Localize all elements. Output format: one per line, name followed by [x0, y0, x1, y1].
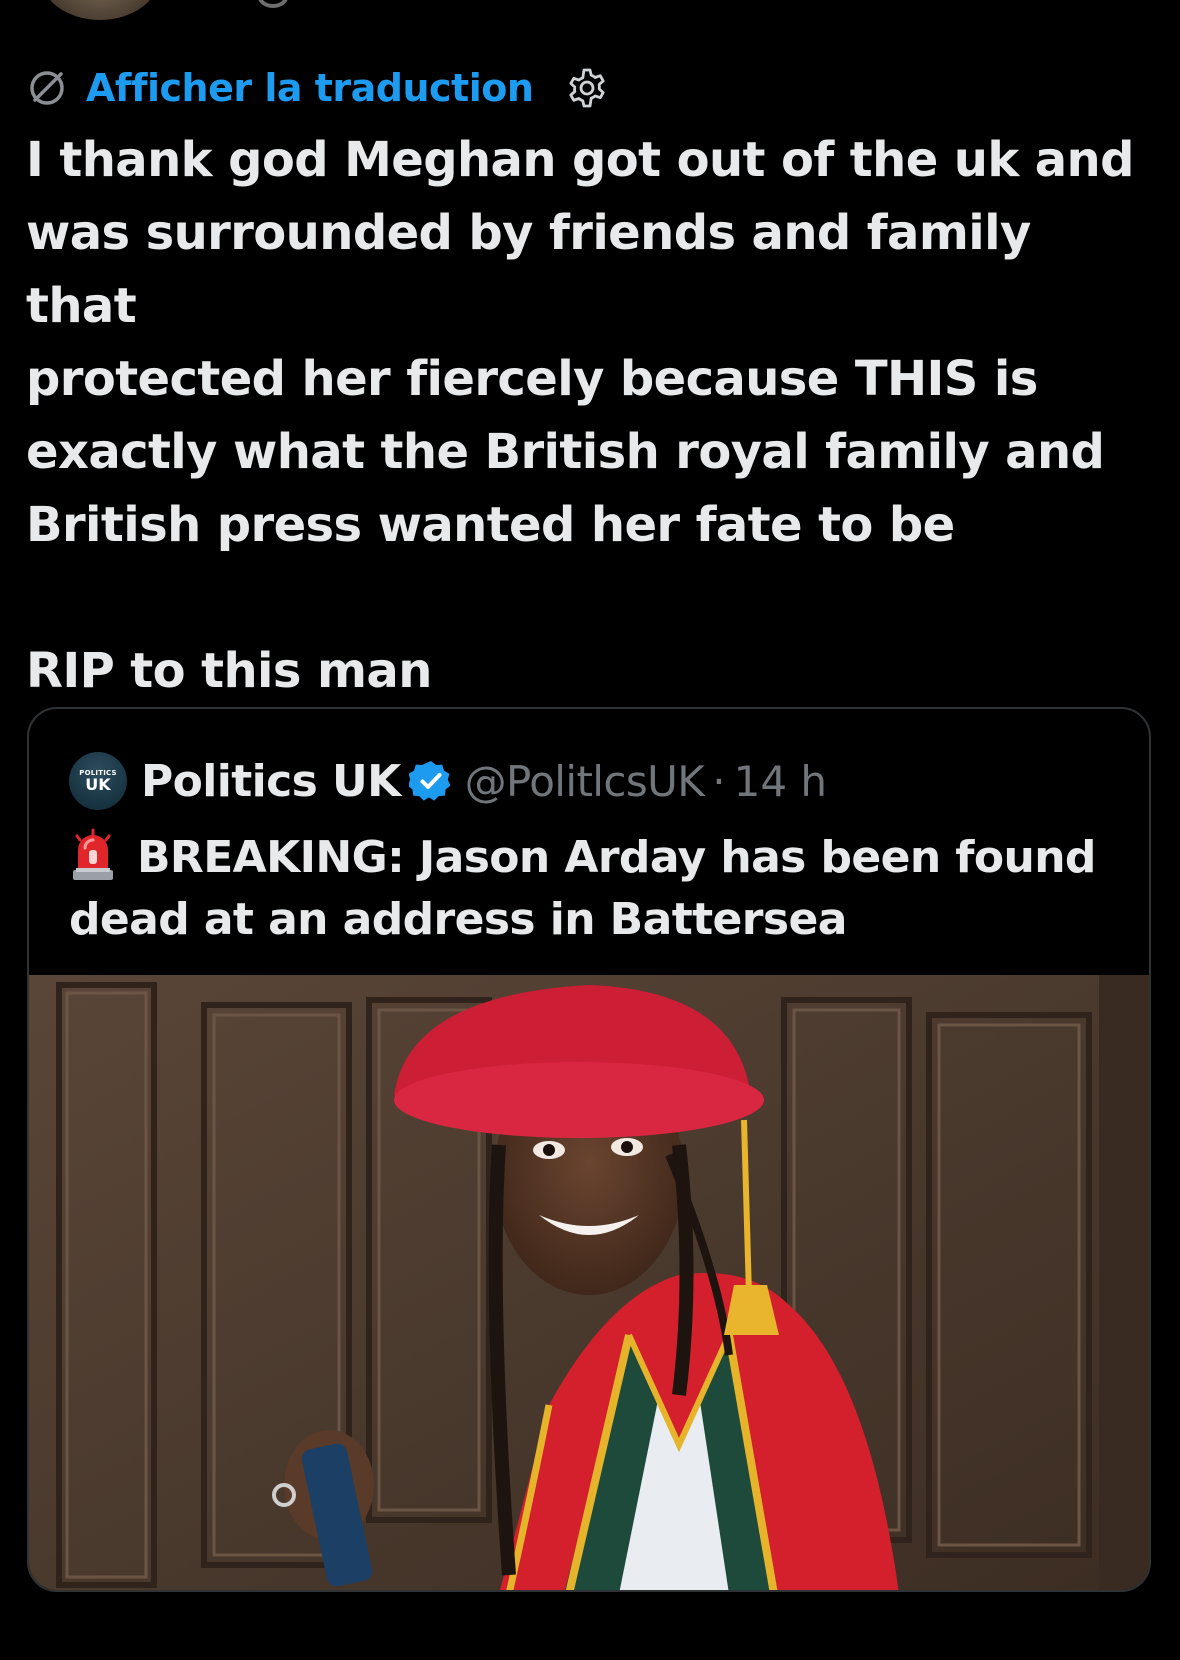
separator-dot: ·: [712, 756, 726, 806]
translate-icon: [30, 71, 64, 105]
translation-row: Afficher la traduction: [26, 62, 609, 114]
author-avatar[interactable]: [40, 0, 160, 20]
tweet-text: I thank god Meghan got out of the uk and…: [26, 132, 1135, 699]
quoted-tweet-timestamp[interactable]: 14 h: [734, 757, 827, 806]
avatar-label-bottom: UK: [85, 774, 111, 794]
quoted-tweet-card[interactable]: POLITICS UK Politics UK @PolitlcsUK · 14…: [27, 707, 1151, 1592]
author-name-fragment: [258, 0, 288, 8]
quoted-account-name[interactable]: Politics UK: [141, 756, 401, 807]
quoted-tweet-image[interactable]: [29, 975, 1151, 1592]
verified-badge-icon: [408, 761, 450, 801]
quoted-account-handle[interactable]: @PolitlcsUK: [465, 757, 705, 806]
show-translation-link[interactable]: Afficher la traduction: [86, 66, 534, 110]
quoted-tweet-body: BREAKING: Jason Arday has been found dea…: [69, 832, 1096, 945]
quoted-tweet-text: BREAKING: Jason Arday has been found dea…: [69, 827, 1119, 951]
siren-icon: [73, 828, 113, 880]
quoted-tweet-header: POLITICS UK Politics UK @PolitlcsUK · 14…: [69, 751, 827, 811]
quoted-account-avatar[interactable]: POLITICS UK: [69, 752, 127, 810]
gear-icon[interactable]: [565, 66, 609, 110]
